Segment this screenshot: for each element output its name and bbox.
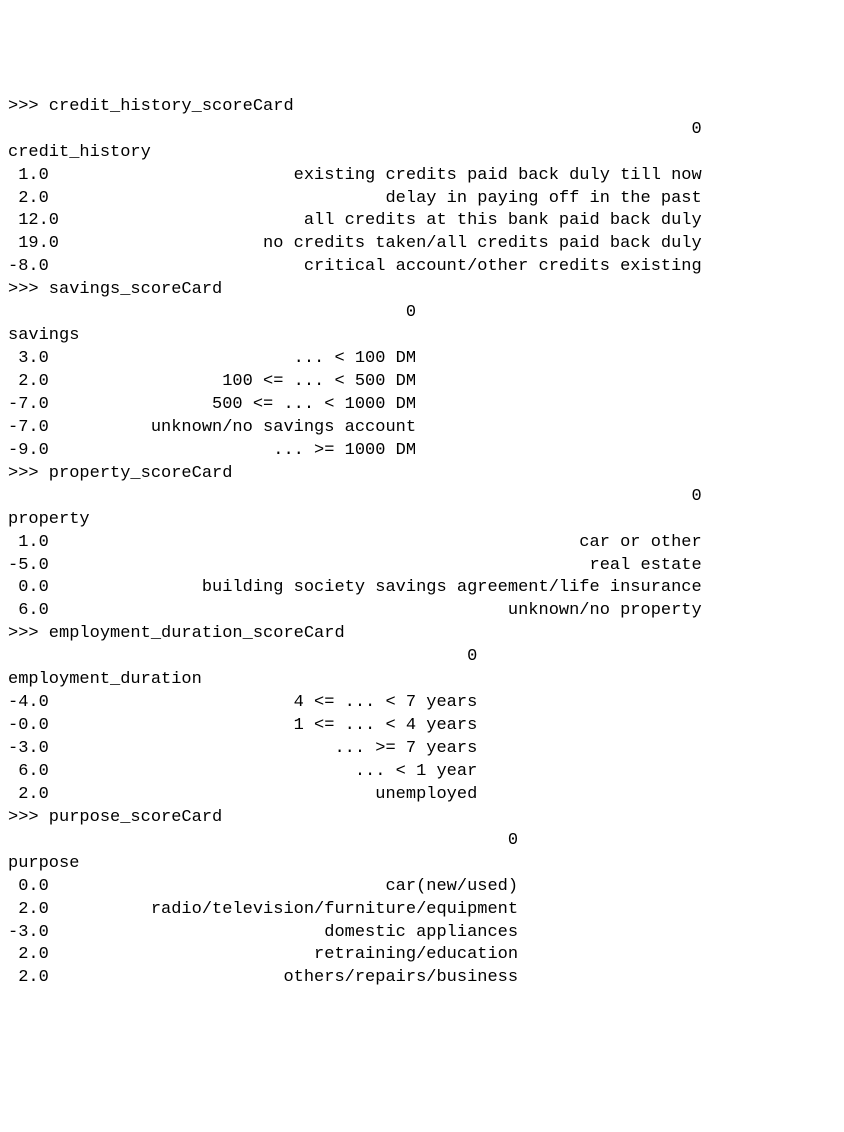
output-line: savings — [8, 325, 836, 348]
output-line: >>> property_scoreCard — [8, 463, 836, 486]
output-line: employment_duration — [8, 669, 836, 692]
output-line: 2.0 unemployed — [8, 784, 836, 807]
output-line: -9.0 ... >= 1000 DM — [8, 440, 836, 463]
output-line: 19.0 no credits taken/all credits paid b… — [8, 233, 836, 256]
output-line: -3.0 domestic appliances — [8, 922, 836, 945]
output-line: -7.0 500 <= ... < 1000 DM — [8, 394, 836, 417]
output-line: >>> credit_history_scoreCard — [8, 96, 836, 119]
output-line: 0 — [8, 119, 836, 142]
output-line: 0 — [8, 302, 836, 325]
output-line: 12.0 all credits at this bank paid back … — [8, 210, 836, 233]
output-line: -7.0 unknown/no savings account — [8, 417, 836, 440]
output-line: 2.0 radio/television/furniture/equipment — [8, 899, 836, 922]
output-line: purpose — [8, 853, 836, 876]
output-line: 3.0 ... < 100 DM — [8, 348, 836, 371]
output-line: -5.0 real estate — [8, 555, 836, 578]
output-line: 1.0 car or other — [8, 532, 836, 555]
output-line: 2.0 delay in paying off in the past — [8, 188, 836, 211]
terminal-output[interactable]: >>> credit_history_scoreCard 0credit_his… — [8, 96, 836, 991]
output-line: -3.0 ... >= 7 years — [8, 738, 836, 761]
output-line: 6.0 unknown/no property — [8, 600, 836, 623]
output-line: 0 — [8, 830, 836, 853]
output-line: >>> savings_scoreCard — [8, 279, 836, 302]
output-line: -8.0 critical account/other credits exis… — [8, 256, 836, 279]
output-line: property — [8, 509, 836, 532]
output-line: >>> purpose_scoreCard — [8, 807, 836, 830]
output-line: -4.0 4 <= ... < 7 years — [8, 692, 836, 715]
output-line: 6.0 ... < 1 year — [8, 761, 836, 784]
output-line: 1.0 existing credits paid back duly till… — [8, 165, 836, 188]
output-line: 0 — [8, 646, 836, 669]
output-line: credit_history — [8, 142, 836, 165]
output-line: 2.0 100 <= ... < 500 DM — [8, 371, 836, 394]
output-line: 0 — [8, 486, 836, 509]
output-line: 0.0 car(new/used) — [8, 876, 836, 899]
output-line: -0.0 1 <= ... < 4 years — [8, 715, 836, 738]
output-line: 0.0 building society savings agreement/l… — [8, 577, 836, 600]
output-line: 2.0 retraining/education — [8, 944, 836, 967]
output-line: 2.0 others/repairs/business — [8, 967, 836, 990]
output-line: >>> employment_duration_scoreCard — [8, 623, 836, 646]
